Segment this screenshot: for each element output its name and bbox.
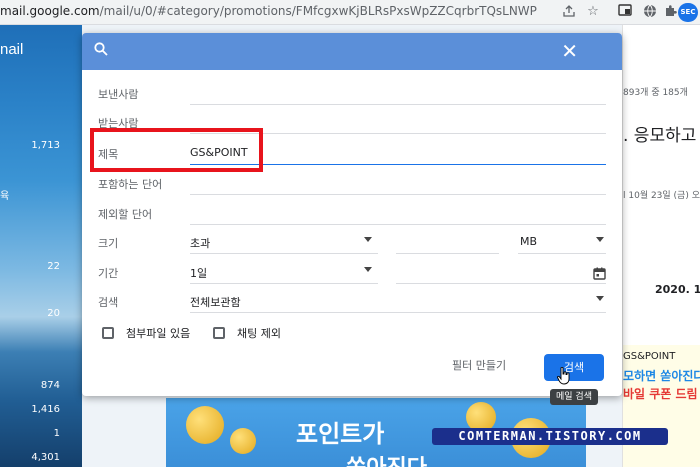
url-text[interactable]: mail.google.com/mail/u/0/#category/promo… bbox=[0, 4, 537, 18]
period-select[interactable]: 1일 bbox=[190, 262, 378, 284]
email-date-fragment: l 10월 23일 (금) 오 bbox=[623, 191, 700, 201]
promo-banner-title: 포인트가 bbox=[296, 420, 385, 448]
chevron-down-icon bbox=[596, 237, 604, 242]
close-icon[interactable]: ✕ bbox=[561, 39, 578, 63]
search-in-label: 검색 bbox=[98, 296, 119, 309]
from-field-row: 보낸사람 bbox=[98, 83, 606, 105]
email-year-fragment: 2020. 10 bbox=[655, 283, 700, 296]
size-unit-select[interactable]: MB bbox=[518, 232, 606, 254]
url-path: /mail/u/0/#category/promotions/FMfcgxwKj… bbox=[99, 4, 537, 18]
sidebar-count: 4,301 bbox=[31, 452, 60, 463]
email-heading-fragment: . 응모하고 bbox=[623, 126, 697, 146]
sidebar-count: 22 bbox=[47, 261, 60, 272]
share-icon[interactable] bbox=[561, 4, 577, 20]
url-host: mail.google.com bbox=[0, 4, 100, 18]
email-brand: GS&POINT bbox=[623, 351, 676, 362]
email-promo-line2: 바일 쿠폰 드림 bbox=[623, 387, 698, 401]
tab-icon[interactable] bbox=[617, 4, 633, 20]
from-label: 보낸사람 bbox=[98, 88, 139, 101]
search-in-select[interactable]: 전체보관함 bbox=[190, 291, 606, 313]
size-operator-select[interactable]: 초과 bbox=[190, 232, 378, 254]
excluded-words-label: 제외할 단어 bbox=[98, 208, 153, 221]
browser-address-bar[interactable]: mail.google.com/mail/u/0/#category/promo… bbox=[0, 0, 700, 25]
chevron-down-icon bbox=[596, 296, 604, 301]
excluded-words-field-row: 제외할 단어 bbox=[98, 203, 606, 225]
hand-cursor-icon bbox=[557, 367, 570, 385]
gmail-sidebar-background: nail 육 1,713 22 20 874 1,416 1 4,301 bbox=[0, 25, 82, 467]
sidebar-count: 20 bbox=[47, 308, 60, 319]
sidebar-count: 1,416 bbox=[31, 404, 60, 415]
excluded-words-input-underline[interactable] bbox=[190, 224, 606, 225]
period-field-row: 기간 1일 bbox=[98, 262, 606, 284]
email-promo-line1: 모하면 쏟아진다 bbox=[623, 369, 700, 383]
email-banner bbox=[623, 345, 700, 467]
calendar-icon[interactable] bbox=[593, 265, 606, 284]
pager-text: 893개 중 185개 bbox=[623, 88, 688, 98]
search-button[interactable]: 검색 bbox=[544, 354, 604, 381]
sidebar-count: 1,713 bbox=[31, 140, 60, 151]
period-date-input[interactable] bbox=[396, 262, 606, 284]
has-words-label: 포함하는 단어 bbox=[98, 178, 163, 191]
chevron-down-icon bbox=[364, 237, 372, 242]
search-icon bbox=[94, 42, 108, 60]
search-dialog-header: ✕ bbox=[82, 33, 622, 70]
search-in-value: 전체보관함 bbox=[190, 296, 241, 309]
watermark-text: COMTERMAN.TISTORY.COM bbox=[432, 428, 668, 445]
sidebar-label-fragment: 육 bbox=[0, 191, 10, 202]
size-amount-input[interactable] bbox=[396, 232, 499, 254]
sidebar-count: 1 bbox=[53, 428, 60, 439]
gmail-logo-fragment: nail bbox=[0, 41, 24, 58]
has-attachment-label: 첨부파일 있음 bbox=[126, 327, 191, 340]
size-unit-value: MB bbox=[520, 235, 538, 248]
security-badge-icon[interactable]: SEC bbox=[678, 3, 698, 22]
size-operator-value: 초과 bbox=[190, 237, 211, 250]
period-value: 1일 bbox=[190, 267, 208, 280]
size-label: 크기 bbox=[98, 237, 119, 250]
advanced-search-dialog: ✕ 보낸사람 받는사람 제목 GS&POINT 포함하는 단어 제외할 단어 크… bbox=[82, 33, 622, 396]
promo-banner-subtitle: 쏟아진다 bbox=[346, 450, 427, 467]
sidebar-count: 874 bbox=[40, 380, 60, 391]
search-in-field-row: 검색 전체보관함 bbox=[98, 291, 606, 313]
has-attachment-checkbox[interactable] bbox=[102, 327, 114, 339]
size-field-row: 크기 초과 MB bbox=[98, 232, 606, 254]
reading-pane-background: 893개 중 185개 . 응모하고 l 10월 23일 (금) 오 2020.… bbox=[622, 25, 700, 467]
has-words-field-row: 포함하는 단어 bbox=[98, 173, 606, 195]
puzzle-icon[interactable] bbox=[662, 4, 678, 20]
subject-highlight-box bbox=[90, 128, 263, 172]
exclude-chats-checkbox[interactable] bbox=[213, 327, 225, 339]
create-filter-button[interactable]: 필터 만들기 bbox=[452, 357, 506, 373]
globe-icon[interactable] bbox=[642, 4, 658, 20]
search-button-tooltip: 메일 검색 bbox=[550, 389, 598, 405]
has-words-input-underline[interactable] bbox=[190, 194, 606, 195]
from-input-underline[interactable] bbox=[190, 104, 606, 105]
period-label: 기간 bbox=[98, 267, 119, 280]
exclude-chats-label: 채팅 제외 bbox=[237, 327, 281, 340]
star-icon[interactable]: ☆ bbox=[585, 4, 601, 20]
chevron-down-icon bbox=[364, 267, 372, 272]
